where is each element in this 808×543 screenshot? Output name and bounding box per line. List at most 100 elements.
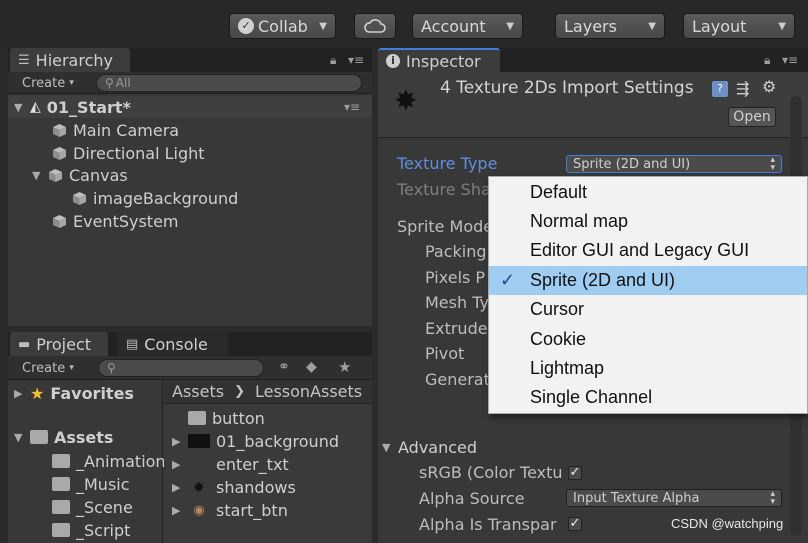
menu-item-cursor[interactable]: Cursor <box>489 295 807 324</box>
menu-item-editor-gui[interactable]: Editor GUI and Legacy GUI <box>489 236 807 265</box>
file-item[interactable]: ▶ enter_txt <box>172 453 289 475</box>
file-item[interactable]: ▶ ◉ start_btn <box>172 499 288 521</box>
alpha-source-label: Alpha Source <box>419 489 525 508</box>
texture-type-dropdown[interactable]: Sprite (2D and UI) ▴ ▾ <box>566 155 782 173</box>
cloud-button[interactable] <box>354 13 396 39</box>
scene-item[interactable]: ▼ ◭ 01_Start* <box>14 96 131 118</box>
expand-arrow-icon[interactable]: ▶ <box>172 504 182 517</box>
menu-item-normal-map[interactable]: Normal map <box>489 207 807 236</box>
star-icon[interactable]: ★ <box>338 358 351 376</box>
filter-type-icon[interactable]: ⚭ <box>278 359 290 375</box>
folder-icon <box>52 477 70 491</box>
search-icon: ⚲ <box>107 361 116 375</box>
tab-inspector[interactable]: i Inspector <box>378 48 500 72</box>
alpha-source-dropdown[interactable]: Input Texture Alpha ▴ ▾ <box>566 489 782 507</box>
expand-arrow-icon[interactable]: ▼ <box>14 101 24 114</box>
mesh-type-label: Mesh Ty <box>425 293 489 312</box>
help-icon[interactable]: ? <box>712 81 728 97</box>
panel-menu-icon[interactable]: ▾≡ <box>348 53 364 67</box>
tab-console-label: Console <box>144 334 208 354</box>
panel-menu-icon[interactable]: ▾≡ <box>782 53 798 67</box>
layers-dropdown[interactable]: Layers ▼ <box>555 13 665 39</box>
console-icon: ▤ <box>126 336 139 352</box>
folder-label: _Scene <box>76 497 133 517</box>
lock-icon[interactable]: 🔒︎ <box>764 53 770 68</box>
expand-arrow-icon[interactable]: ▶ <box>14 387 24 400</box>
file-label: shandows <box>216 477 296 497</box>
breadcrumb-item[interactable]: LessonAssets <box>255 382 362 401</box>
gameobject-cube-icon <box>52 214 67 229</box>
project-search-input[interactable]: ⚲ <box>98 359 264 377</box>
hierarchy-search-input[interactable]: ⚲ All <box>96 74 362 92</box>
menu-item-sprite[interactable]: ✓ Sprite (2D and UI) <box>489 266 807 295</box>
layout-label: Layout <box>692 16 747 36</box>
tab-hierarchy[interactable]: ☰ Hierarchy <box>10 48 130 72</box>
search-icon: ⚲ <box>105 76 114 90</box>
file-item[interactable]: ▶ 01_background <box>172 430 339 452</box>
layout-dropdown[interactable]: Layout ▼ <box>683 13 795 39</box>
check-circle-icon: ✓ <box>238 18 254 34</box>
project-tabbar: ▬ Project ▤ Console <box>8 332 372 356</box>
hierarchy-item[interactable]: imageBackground <box>72 187 238 209</box>
hierarchy-item[interactable]: Main Camera <box>52 119 179 141</box>
file-item[interactable]: button <box>188 407 265 429</box>
account-dropdown[interactable]: Account ▼ <box>412 13 523 39</box>
lock-icon[interactable]: 🔒︎ <box>330 53 336 68</box>
file-label: enter_txt <box>216 454 289 474</box>
hierarchy-create-button[interactable]: Create ▾ <box>16 74 80 92</box>
collab-button[interactable]: ✓ Collab ▼ <box>229 13 336 39</box>
tab-hierarchy-label: Hierarchy <box>35 50 113 70</box>
toolbar: ✓ Collab ▼ Account ▼ Layers ▼ Layout ▼ <box>0 0 808 48</box>
tab-console[interactable]: ▤ Console <box>118 332 228 356</box>
srgb-checkbox[interactable]: ✓ <box>568 466 582 480</box>
expand-arrow-icon[interactable]: ▶ <box>172 481 182 494</box>
folder-label: _Music <box>76 474 130 494</box>
menu-item-cookie[interactable]: Cookie <box>489 325 807 354</box>
favorites-item[interactable]: ▶ ★ Favorites <box>14 382 134 404</box>
texture-thumbnail-icon <box>188 434 210 448</box>
file-item[interactable]: ▶ ✸ shandows <box>172 476 296 498</box>
folder-icon <box>52 454 70 468</box>
alpha-is-transparency-checkbox[interactable]: ✓ <box>568 517 582 531</box>
unity-logo-icon: ◭ <box>30 99 41 115</box>
menu-item-label: Sprite (2D and UI) <box>530 270 676 290</box>
expand-arrow-icon[interactable]: ▼ <box>382 441 392 454</box>
breadcrumb-item[interactable]: Assets <box>172 382 224 401</box>
advanced-foldout[interactable]: ▼ Advanced <box>382 436 477 458</box>
expand-arrow-icon[interactable]: ▶ <box>172 435 182 448</box>
menu-item-label: Lightmap <box>530 358 605 378</box>
chevron-down-icon: ▾ <box>69 78 74 88</box>
expand-arrow-icon[interactable]: ▼ <box>14 431 24 444</box>
menu-item-label: Single Channel <box>530 387 653 407</box>
expand-arrow-icon[interactable]: ▶ <box>172 458 182 471</box>
hierarchy-item[interactable]: Directional Light <box>52 142 205 164</box>
tab-project[interactable]: ▬ Project <box>10 332 108 356</box>
gear-icon[interactable]: ⚙ <box>762 77 776 96</box>
open-button[interactable]: Open <box>728 107 776 127</box>
menu-item-lightmap[interactable]: Lightmap <box>489 354 807 383</box>
folder-item[interactable]: _Animation <box>52 450 166 472</box>
tag-icon[interactable]: ◆ <box>306 359 317 375</box>
assets-item[interactable]: ▼ Assets <box>14 426 113 448</box>
generate-label: Generat <box>425 370 490 389</box>
project-search-row: Create ▾ ⚲ ⚭ ◆ ★ <box>8 356 372 380</box>
folder-icon <box>52 523 70 537</box>
project-create-button[interactable]: Create ▾ <box>16 359 80 377</box>
expand-arrow-icon[interactable]: ▼ <box>32 169 42 182</box>
hierarchy-item[interactable]: EventSystem <box>52 210 179 232</box>
texture-preview-icon: ✸ <box>394 84 418 117</box>
texture-type-value: Sprite (2D and UI) <box>573 156 691 172</box>
folder-item[interactable]: _Scene <box>52 496 133 518</box>
preset-icon[interactable]: ⇶ <box>736 79 749 98</box>
pixels-per-unit-label: Pixels P <box>425 268 486 287</box>
folder-item[interactable]: _Script <box>52 519 130 541</box>
menu-item-default[interactable]: Default <box>489 178 807 207</box>
updown-icon: ▴ ▾ <box>770 489 775 507</box>
hierarchy-item[interactable]: ▼ Canvas <box>32 164 128 186</box>
folder-item[interactable]: _Music <box>52 473 130 495</box>
texture-thumbnail-icon: ◉ <box>193 503 205 518</box>
search-placeholder: All <box>115 76 131 90</box>
scene-menu-icon[interactable]: ▾≡ <box>344 100 360 114</box>
menu-item-label: Cookie <box>530 329 587 349</box>
menu-item-single-channel[interactable]: Single Channel <box>489 383 807 412</box>
